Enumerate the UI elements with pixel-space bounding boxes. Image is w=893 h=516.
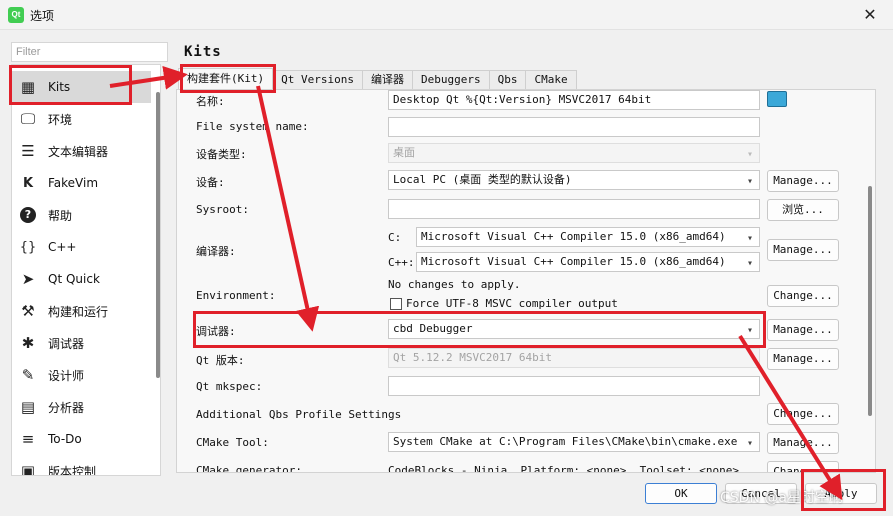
arrow-debugger-to-apply xyxy=(738,334,843,501)
arrow-kits-to-tab xyxy=(109,65,188,90)
annotation-arrows xyxy=(109,65,843,501)
arrow-tab-to-debugger xyxy=(256,85,320,332)
